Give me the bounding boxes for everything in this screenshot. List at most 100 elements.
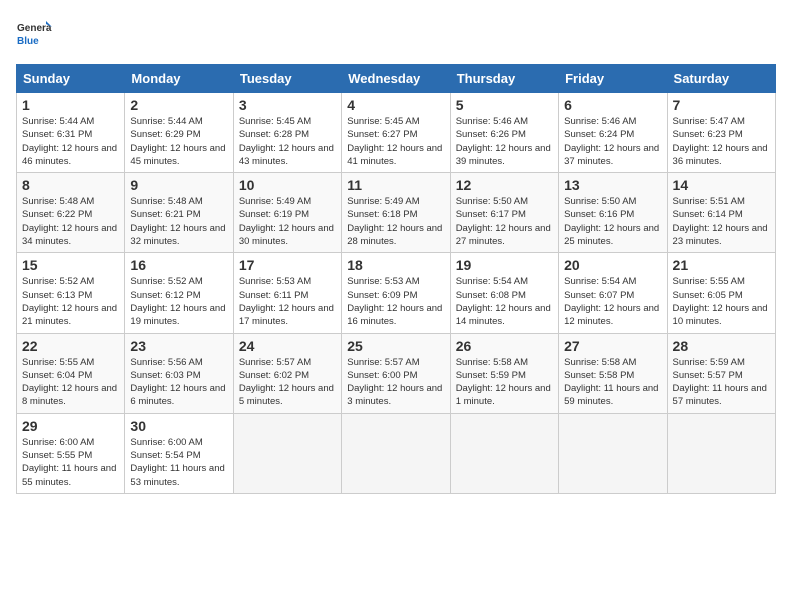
day-info: Sunrise: 5:55 AM Sunset: 6:04 PM Dayligh… xyxy=(22,356,119,409)
day-info: Sunrise: 5:53 AM Sunset: 6:11 PM Dayligh… xyxy=(239,275,336,328)
day-info: Sunrise: 5:47 AM Sunset: 6:23 PM Dayligh… xyxy=(673,115,770,168)
day-info: Sunrise: 5:57 AM Sunset: 6:02 PM Dayligh… xyxy=(239,356,336,409)
day-info: Sunrise: 5:52 AM Sunset: 6:13 PM Dayligh… xyxy=(22,275,119,328)
day-info: Sunrise: 6:00 AM Sunset: 5:55 PM Dayligh… xyxy=(22,436,119,489)
calendar-cell: 25 Sunrise: 5:57 AM Sunset: 6:00 PM Dayl… xyxy=(342,333,450,413)
calendar-cell: 27 Sunrise: 5:58 AM Sunset: 5:58 PM Dayl… xyxy=(559,333,667,413)
calendar-cell: 5 Sunrise: 5:46 AM Sunset: 6:26 PM Dayli… xyxy=(450,93,558,173)
logo: General Blue xyxy=(16,16,52,52)
calendar-cell: 16 Sunrise: 5:52 AM Sunset: 6:12 PM Dayl… xyxy=(125,253,233,333)
header-tuesday: Tuesday xyxy=(233,65,341,93)
day-number: 3 xyxy=(239,97,336,113)
calendar-cell: 22 Sunrise: 5:55 AM Sunset: 6:04 PM Dayl… xyxy=(17,333,125,413)
day-number: 21 xyxy=(673,257,770,273)
calendar-cell: 3 Sunrise: 5:45 AM Sunset: 6:28 PM Dayli… xyxy=(233,93,341,173)
calendar-cell: 15 Sunrise: 5:52 AM Sunset: 6:13 PM Dayl… xyxy=(17,253,125,333)
calendar-cell: 20 Sunrise: 5:54 AM Sunset: 6:07 PM Dayl… xyxy=(559,253,667,333)
day-info: Sunrise: 5:59 AM Sunset: 5:57 PM Dayligh… xyxy=(673,356,770,409)
day-info: Sunrise: 5:56 AM Sunset: 6:03 PM Dayligh… xyxy=(130,356,227,409)
calendar-cell xyxy=(450,413,558,493)
page-header: General Blue xyxy=(16,16,776,52)
calendar-header-row: SundayMondayTuesdayWednesdayThursdayFrid… xyxy=(17,65,776,93)
calendar-cell: 28 Sunrise: 5:59 AM Sunset: 5:57 PM Dayl… xyxy=(667,333,775,413)
header-sunday: Sunday xyxy=(17,65,125,93)
calendar-cell: 10 Sunrise: 5:49 AM Sunset: 6:19 PM Dayl… xyxy=(233,173,341,253)
calendar-week-row: 22 Sunrise: 5:55 AM Sunset: 6:04 PM Dayl… xyxy=(17,333,776,413)
calendar-cell: 8 Sunrise: 5:48 AM Sunset: 6:22 PM Dayli… xyxy=(17,173,125,253)
calendar-cell: 18 Sunrise: 5:53 AM Sunset: 6:09 PM Dayl… xyxy=(342,253,450,333)
day-info: Sunrise: 5:55 AM Sunset: 6:05 PM Dayligh… xyxy=(673,275,770,328)
day-number: 16 xyxy=(130,257,227,273)
day-number: 20 xyxy=(564,257,661,273)
calendar-week-row: 1 Sunrise: 5:44 AM Sunset: 6:31 PM Dayli… xyxy=(17,93,776,173)
day-info: Sunrise: 6:00 AM Sunset: 5:54 PM Dayligh… xyxy=(130,436,227,489)
day-info: Sunrise: 5:50 AM Sunset: 6:16 PM Dayligh… xyxy=(564,195,661,248)
header-friday: Friday xyxy=(559,65,667,93)
calendar-cell: 24 Sunrise: 5:57 AM Sunset: 6:02 PM Dayl… xyxy=(233,333,341,413)
calendar-cell: 26 Sunrise: 5:58 AM Sunset: 5:59 PM Dayl… xyxy=(450,333,558,413)
day-number: 6 xyxy=(564,97,661,113)
day-info: Sunrise: 5:49 AM Sunset: 6:18 PM Dayligh… xyxy=(347,195,444,248)
calendar-cell: 17 Sunrise: 5:53 AM Sunset: 6:11 PM Dayl… xyxy=(233,253,341,333)
day-number: 17 xyxy=(239,257,336,273)
day-info: Sunrise: 5:48 AM Sunset: 6:22 PM Dayligh… xyxy=(22,195,119,248)
calendar-cell: 4 Sunrise: 5:45 AM Sunset: 6:27 PM Dayli… xyxy=(342,93,450,173)
day-info: Sunrise: 5:54 AM Sunset: 6:08 PM Dayligh… xyxy=(456,275,553,328)
day-number: 29 xyxy=(22,418,119,434)
calendar-cell: 6 Sunrise: 5:46 AM Sunset: 6:24 PM Dayli… xyxy=(559,93,667,173)
calendar-cell xyxy=(667,413,775,493)
day-number: 1 xyxy=(22,97,119,113)
svg-text:General: General xyxy=(17,23,52,34)
calendar-week-row: 29 Sunrise: 6:00 AM Sunset: 5:55 PM Dayl… xyxy=(17,413,776,493)
day-info: Sunrise: 5:44 AM Sunset: 6:29 PM Dayligh… xyxy=(130,115,227,168)
day-number: 28 xyxy=(673,338,770,354)
calendar-cell xyxy=(233,413,341,493)
day-info: Sunrise: 5:54 AM Sunset: 6:07 PM Dayligh… xyxy=(564,275,661,328)
day-number: 11 xyxy=(347,177,444,193)
day-number: 14 xyxy=(673,177,770,193)
calendar-cell: 29 Sunrise: 6:00 AM Sunset: 5:55 PM Dayl… xyxy=(17,413,125,493)
day-number: 13 xyxy=(564,177,661,193)
day-number: 7 xyxy=(673,97,770,113)
day-number: 15 xyxy=(22,257,119,273)
day-info: Sunrise: 5:46 AM Sunset: 6:24 PM Dayligh… xyxy=(564,115,661,168)
calendar-table: SundayMondayTuesdayWednesdayThursdayFrid… xyxy=(16,64,776,494)
day-info: Sunrise: 5:50 AM Sunset: 6:17 PM Dayligh… xyxy=(456,195,553,248)
day-number: 8 xyxy=(22,177,119,193)
day-info: Sunrise: 5:53 AM Sunset: 6:09 PM Dayligh… xyxy=(347,275,444,328)
day-number: 10 xyxy=(239,177,336,193)
calendar-cell: 1 Sunrise: 5:44 AM Sunset: 6:31 PM Dayli… xyxy=(17,93,125,173)
calendar-cell xyxy=(342,413,450,493)
calendar-cell: 7 Sunrise: 5:47 AM Sunset: 6:23 PM Dayli… xyxy=(667,93,775,173)
day-info: Sunrise: 5:45 AM Sunset: 6:28 PM Dayligh… xyxy=(239,115,336,168)
calendar-cell: 19 Sunrise: 5:54 AM Sunset: 6:08 PM Dayl… xyxy=(450,253,558,333)
calendar-cell: 9 Sunrise: 5:48 AM Sunset: 6:21 PM Dayli… xyxy=(125,173,233,253)
day-info: Sunrise: 5:45 AM Sunset: 6:27 PM Dayligh… xyxy=(347,115,444,168)
day-info: Sunrise: 5:57 AM Sunset: 6:00 PM Dayligh… xyxy=(347,356,444,409)
day-info: Sunrise: 5:44 AM Sunset: 6:31 PM Dayligh… xyxy=(22,115,119,168)
day-number: 4 xyxy=(347,97,444,113)
header-monday: Monday xyxy=(125,65,233,93)
day-info: Sunrise: 5:51 AM Sunset: 6:14 PM Dayligh… xyxy=(673,195,770,248)
day-number: 12 xyxy=(456,177,553,193)
day-number: 2 xyxy=(130,97,227,113)
day-info: Sunrise: 5:49 AM Sunset: 6:19 PM Dayligh… xyxy=(239,195,336,248)
day-number: 18 xyxy=(347,257,444,273)
day-number: 19 xyxy=(456,257,553,273)
calendar-cell xyxy=(559,413,667,493)
day-number: 23 xyxy=(130,338,227,354)
svg-text:Blue: Blue xyxy=(17,36,39,47)
calendar-cell: 12 Sunrise: 5:50 AM Sunset: 6:17 PM Dayl… xyxy=(450,173,558,253)
calendar-week-row: 15 Sunrise: 5:52 AM Sunset: 6:13 PM Dayl… xyxy=(17,253,776,333)
calendar-cell: 13 Sunrise: 5:50 AM Sunset: 6:16 PM Dayl… xyxy=(559,173,667,253)
day-info: Sunrise: 5:52 AM Sunset: 6:12 PM Dayligh… xyxy=(130,275,227,328)
calendar-cell: 30 Sunrise: 6:00 AM Sunset: 5:54 PM Dayl… xyxy=(125,413,233,493)
day-info: Sunrise: 5:48 AM Sunset: 6:21 PM Dayligh… xyxy=(130,195,227,248)
calendar-cell: 21 Sunrise: 5:55 AM Sunset: 6:05 PM Dayl… xyxy=(667,253,775,333)
day-number: 5 xyxy=(456,97,553,113)
header-wednesday: Wednesday xyxy=(342,65,450,93)
header-saturday: Saturday xyxy=(667,65,775,93)
day-info: Sunrise: 5:58 AM Sunset: 5:59 PM Dayligh… xyxy=(456,356,553,409)
day-number: 22 xyxy=(22,338,119,354)
logo-svg: General Blue xyxy=(16,16,52,52)
